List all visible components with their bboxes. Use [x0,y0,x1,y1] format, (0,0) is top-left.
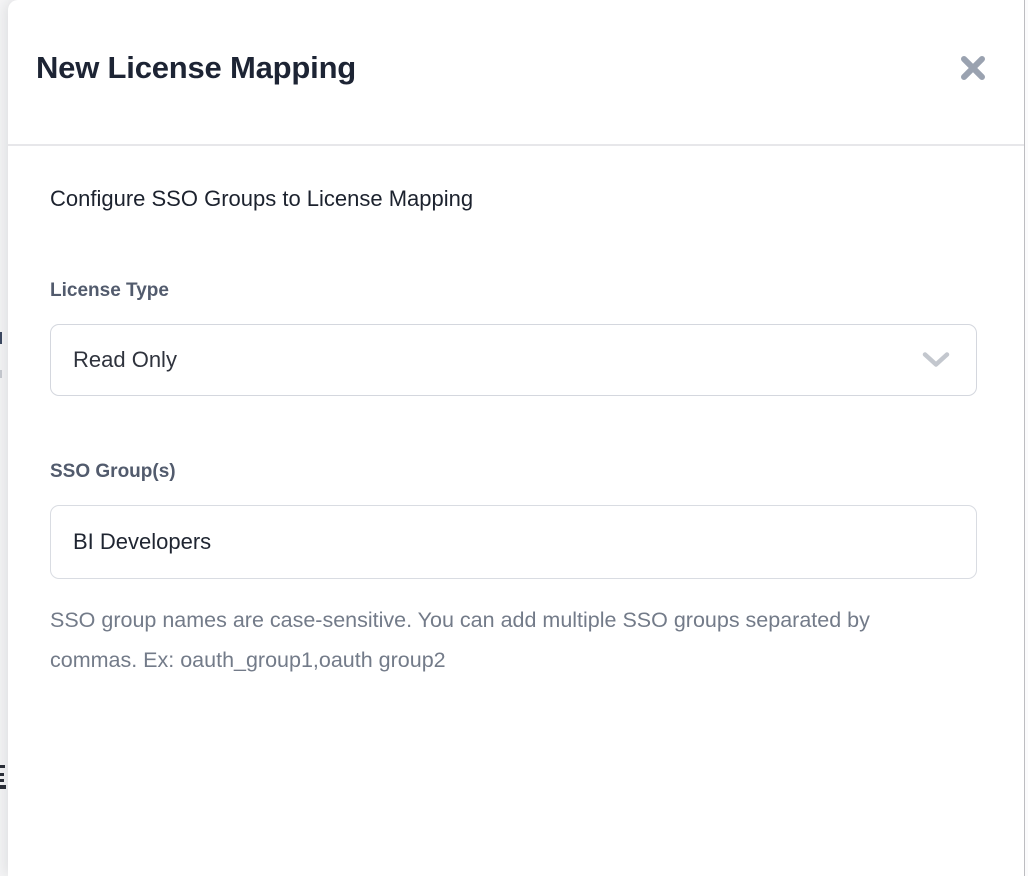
background-content-fragment [0,332,2,344]
background-content-fragment [0,370,2,378]
sso-groups-label: SSO Group(s) [50,460,977,484]
scrollbar[interactable] [1024,0,1028,876]
background-content-fragment [0,765,5,768]
close-icon [958,53,988,83]
page-background: New License Mapping Configure SSO Groups… [0,0,1028,876]
modal-body: Configure SSO Groups to License Mapping … [50,148,977,876]
chevron-down-icon [922,352,950,369]
section-heading: Configure SSO Groups to License Mapping [50,185,977,213]
sso-groups-input[interactable] [50,505,977,579]
license-type-label: License Type [50,279,977,303]
background-content-fragment [0,785,6,789]
license-type-selected-value: Read Only [51,347,177,373]
license-type-select[interactable]: Read Only [50,324,977,396]
background-content-fragment [0,779,4,782]
modal-header: New License Mapping [8,0,1024,146]
new-license-mapping-modal: New License Mapping Configure SSO Groups… [8,0,1024,876]
close-button[interactable] [954,49,992,87]
sso-groups-help-text: SSO group names are case-sensitive. You … [50,600,895,680]
underlying-page-sliver [0,0,8,876]
modal-title: New License Mapping [36,50,356,86]
background-content-fragment [0,773,4,776]
